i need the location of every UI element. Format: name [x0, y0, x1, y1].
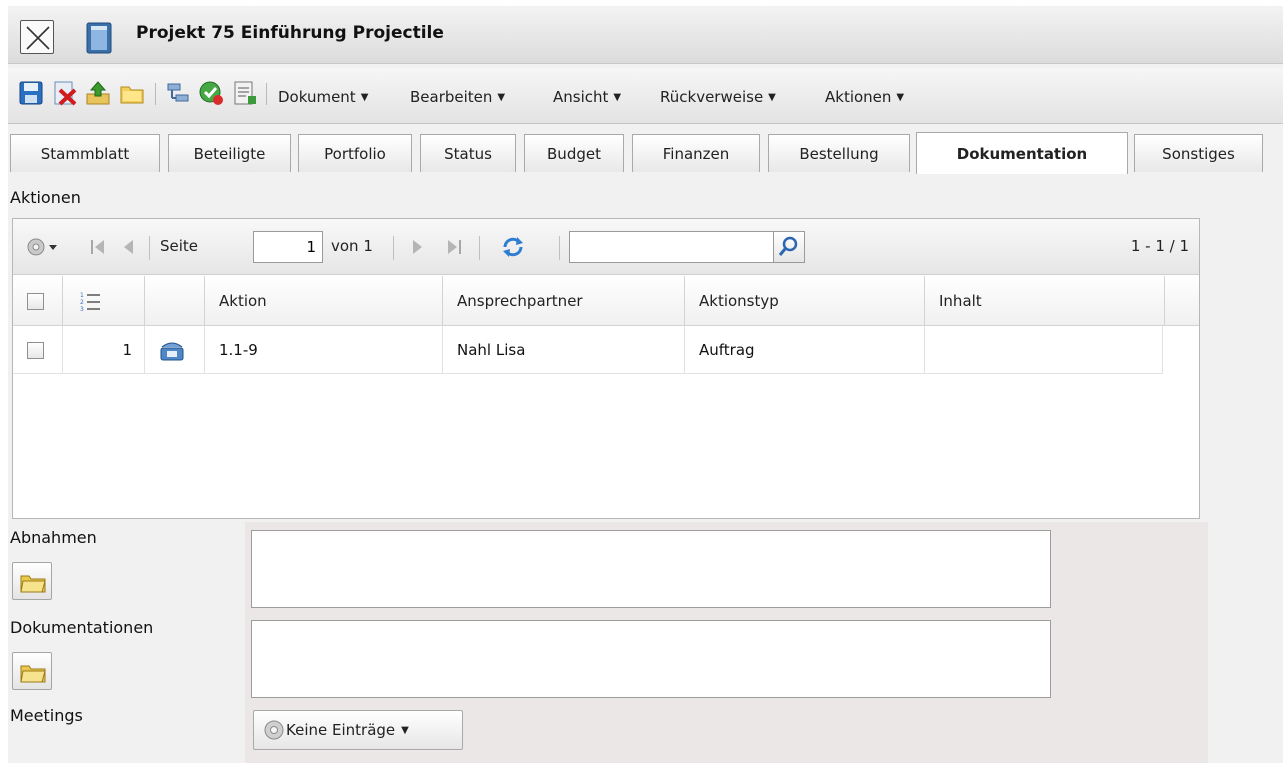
save-icon[interactable]	[18, 80, 44, 106]
column-header-aktion[interactable]: Aktion	[205, 276, 443, 326]
upload-icon[interactable]	[85, 80, 111, 106]
last-page-icon[interactable]	[445, 237, 463, 257]
meetings-button-label: Keine Einträge	[286, 721, 396, 739]
menu-rueckverweise[interactable]: Rückverweise ▼	[660, 88, 776, 106]
svg-text:2: 2	[80, 299, 84, 306]
hierarchy-icon[interactable]	[165, 80, 191, 106]
menu-aktionen[interactable]: Aktionen ▼	[825, 88, 904, 106]
tab-stammblatt[interactable]: Stammblatt	[10, 134, 160, 172]
row-select-cell	[13, 326, 63, 374]
tab-sonstiges[interactable]: Sonstiges	[1134, 134, 1263, 172]
pager-separator	[479, 236, 480, 260]
row-type-icon-cell	[145, 326, 205, 374]
chevron-down-icon: ▼	[896, 92, 905, 103]
abnahmen-textarea[interactable]	[251, 530, 1051, 608]
tab-bar: Stammblatt Beteiligte Portfolio Status B…	[8, 128, 1283, 178]
refresh-icon[interactable]	[499, 233, 527, 261]
menu-dokument[interactable]: Dokument ▼	[278, 88, 368, 106]
select-all-cell	[13, 276, 63, 326]
select-all-checkbox[interactable]	[27, 292, 44, 310]
grid-header-row: 1 2 3 Aktion Ansprechpartner Aktionstyp …	[13, 276, 1199, 326]
page-number-input[interactable]	[253, 231, 323, 263]
delete-document-icon[interactable]	[52, 80, 78, 106]
pager-separator	[393, 236, 394, 260]
column-header-aktionstyp[interactable]: Aktionstyp	[685, 276, 925, 326]
cell-aktion[interactable]: 1.1-9	[205, 326, 443, 374]
table-row[interactable]: 1 1.1-9 Nahl Lisa Auftrag	[13, 326, 1163, 374]
close-icon	[26, 26, 50, 50]
title-bar: Projekt 75 Einführung Projectile	[8, 6, 1283, 64]
chevron-down-icon: ▼	[360, 92, 369, 103]
numbered-list-icon: 1 2 3	[80, 292, 100, 312]
folder-icon	[20, 665, 46, 683]
svg-text:3: 3	[80, 306, 84, 312]
dokumentationen-label: Dokumentationen	[10, 618, 154, 637]
report-icon[interactable]	[232, 80, 258, 106]
row-checkbox[interactable]	[27, 341, 44, 359]
meetings-label: Meetings	[10, 706, 83, 725]
chevron-down-icon: ▼	[613, 92, 622, 103]
approve-icon[interactable]	[198, 80, 224, 106]
row-number: 1	[63, 326, 145, 374]
page-label: Seite	[160, 237, 199, 255]
gear-menu-icon[interactable]	[25, 235, 59, 259]
toolbar-separator	[266, 83, 267, 105]
grid-pager-toolbar: Seite von 1	[13, 219, 1199, 275]
pager-separator	[559, 236, 560, 260]
page-of-label: von 1	[331, 237, 373, 255]
column-header-inhalt[interactable]: Inhalt	[925, 276, 1165, 326]
record-count: 1 - 1 / 1	[1130, 237, 1189, 255]
open-folder-icon[interactable]	[119, 80, 145, 106]
search-icon	[778, 236, 798, 256]
cell-ansprechpartner: Nahl Lisa	[443, 326, 685, 374]
tab-beteiligte[interactable]: Beteiligte	[168, 134, 291, 172]
document-icon	[86, 22, 112, 54]
tab-status[interactable]: Status	[420, 134, 516, 172]
app-window: Projekt 75 Einführung Projectile Dokumen…	[8, 6, 1283, 763]
aktionen-grid: Seite von 1	[12, 218, 1200, 519]
tab-portfolio[interactable]: Portfolio	[298, 134, 412, 172]
chevron-down-icon: ▼	[768, 92, 776, 103]
pager-separator	[149, 236, 150, 260]
first-page-icon[interactable]	[89, 237, 107, 257]
meetings-dropdown-button[interactable]: Keine Einträge ▼	[253, 710, 463, 750]
row-number-header[interactable]: 1 2 3	[63, 276, 145, 326]
menu-ansicht[interactable]: Ansicht ▼	[553, 88, 621, 106]
abnahmen-label: Abnahmen	[10, 528, 97, 547]
cell-aktionstyp: Auftrag	[685, 326, 925, 374]
section-label-aktionen: Aktionen	[10, 188, 81, 207]
close-button[interactable]	[20, 20, 54, 54]
dokumentationen-folder-button[interactable]	[12, 652, 52, 690]
menu-bearbeiten[interactable]: Bearbeiten ▼	[410, 88, 505, 106]
tab-bestellung[interactable]: Bestellung	[768, 134, 910, 172]
icon-column-header	[145, 276, 205, 326]
main-toolbar: Dokument ▼ Bearbeiten ▼ Ansicht ▼ Rückverwe…	[8, 68, 1283, 124]
chevron-down-icon: ▼	[401, 724, 409, 736]
tab-dokumentation[interactable]: Dokumentation	[916, 132, 1128, 174]
abnahmen-folder-button[interactable]	[12, 562, 52, 600]
phone-icon	[160, 342, 184, 361]
dokumentationen-textarea[interactable]	[251, 620, 1051, 698]
column-header-ansprechpartner[interactable]: Ansprechpartner	[443, 276, 685, 326]
next-page-icon[interactable]	[411, 237, 425, 257]
tab-finanzen[interactable]: Finanzen	[632, 134, 760, 172]
toolbar-separator	[155, 83, 156, 105]
folder-icon	[20, 575, 46, 593]
previous-page-icon[interactable]	[121, 237, 135, 257]
cell-inhalt	[925, 326, 1163, 374]
grid-search-button[interactable]	[773, 231, 805, 263]
window-title: Projekt 75 Einführung Projectile	[136, 23, 444, 43]
tab-budget[interactable]: Budget	[524, 134, 624, 172]
svg-text:1: 1	[80, 292, 84, 299]
grid-search-input[interactable]	[569, 231, 773, 263]
chevron-down-icon: ▼	[497, 92, 506, 103]
gear-icon	[264, 720, 284, 740]
